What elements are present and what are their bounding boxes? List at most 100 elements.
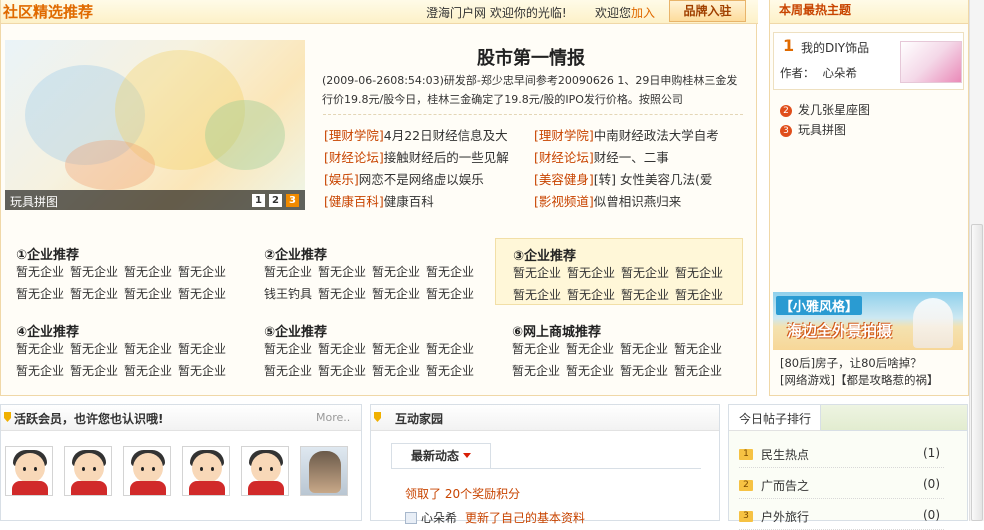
hot-topic-label[interactable]: 玩具拼图 [798, 123, 846, 137]
ranking-item[interactable]: 1 民生热点 (1) [739, 440, 944, 468]
news-link[interactable]: [影视频道]似曾相识燕归来 [534, 191, 749, 210]
news-note[interactable]: [80后]房子，让80后啥掉？ [780, 355, 922, 371]
company-link[interactable]: 暂无企业 [70, 285, 118, 302]
news-text[interactable]: 接触财经后的一些见解 [384, 150, 509, 165]
news-link[interactable]: [理财学院]中南财经政法大学自考 [534, 125, 749, 144]
company-link[interactable]: 暂无企业 [178, 340, 226, 357]
company-link[interactable]: 暂无企业 [318, 362, 366, 379]
company-link[interactable]: 暂无企业 [264, 362, 312, 379]
company-link[interactable]: 暂无企业 [674, 340, 722, 357]
company-link[interactable]: 暂无企业 [124, 340, 172, 357]
company-link[interactable]: 暂无企业 [16, 362, 64, 379]
today-ranking-tab[interactable]: 今日帖子排行 [729, 405, 821, 431]
company-link[interactable]: 暂无企业 [264, 340, 312, 357]
hot-topic-item[interactable]: 3 玩具拼图 [780, 121, 846, 138]
company-link[interactable]: 暂无企业 [318, 263, 366, 280]
author-name[interactable]: 心朵希 [823, 66, 858, 80]
news-category[interactable]: [理财学院] [534, 128, 594, 143]
top-topic-title[interactable]: 我的DIY饰品 [801, 39, 869, 56]
tab-latest-activity[interactable]: 最新动态 [391, 443, 491, 469]
join-link[interactable]: 加入 [631, 6, 655, 20]
news-category[interactable]: [理财学院] [324, 128, 384, 143]
company-link[interactable]: 暂无企业 [16, 263, 64, 280]
news-category[interactable]: [娱乐] [324, 172, 359, 187]
company-link[interactable]: 暂无企业 [178, 263, 226, 280]
company-link[interactable]: 暂无企业 [372, 340, 420, 357]
company-link[interactable]: 暂无企业 [70, 263, 118, 280]
vertical-scrollbar[interactable] [969, 0, 984, 521]
company-link[interactable]: 暂无企业 [318, 285, 366, 302]
company-link[interactable]: 暂无企业 [16, 285, 64, 302]
news-text[interactable]: [转] 女性美容几法(爱 [594, 172, 713, 187]
company-link[interactable]: 暂无企业 [124, 362, 172, 379]
news-link[interactable]: [美容健身][转] 女性美容几法(爱 [534, 169, 749, 188]
ranking-label[interactable]: 民生热点 [761, 446, 809, 463]
company-link[interactable]: 暂无企业 [426, 263, 474, 280]
ranking-item[interactable]: 2 广而告之 (0) [739, 471, 944, 499]
company-link[interactable]: 暂无企业 [70, 362, 118, 379]
company-link[interactable]: 暂无企业 [513, 286, 561, 303]
company-link[interactable]: 暂无企业 [372, 263, 420, 280]
company-link[interactable]: 暂无企业 [426, 362, 474, 379]
company-link[interactable]: 暂无企业 [178, 285, 226, 302]
company-link[interactable]: 暂无企业 [567, 264, 615, 281]
news-text[interactable]: 健康百科 [384, 194, 434, 209]
news-category[interactable]: [财经论坛] [324, 150, 384, 165]
slide-page-2[interactable]: 2 [269, 194, 282, 207]
company-link[interactable]: 暂无企业 [124, 263, 172, 280]
company-link[interactable]: 暂无企业 [674, 362, 722, 379]
company-link[interactable]: 暂无企业 [512, 340, 560, 357]
news-category[interactable]: [影视频道] [534, 194, 594, 209]
headline-title[interactable]: 股市第一情报 [321, 44, 741, 70]
company-link[interactable]: 暂无企业 [566, 362, 614, 379]
company-link[interactable]: 暂无企业 [620, 362, 668, 379]
member-avatar[interactable] [64, 446, 112, 496]
company-link[interactable]: 暂无企业 [178, 362, 226, 379]
company-link[interactable]: 暂无企业 [675, 264, 723, 281]
company-link[interactable]: 暂无企业 [621, 264, 669, 281]
featured-slideshow[interactable]: 玩具拼图 1 2 3 [5, 40, 305, 210]
news-link[interactable]: [财经论坛]财经一、二事 [534, 147, 749, 166]
activity-user[interactable]: 心朵希 [421, 511, 457, 525]
hot-topic-item[interactable]: 2 发几张星座图 [780, 101, 870, 118]
company-link[interactable]: 暂无企业 [566, 340, 614, 357]
member-avatar[interactable] [5, 446, 53, 496]
top-topic-thumbnail[interactable] [900, 41, 962, 83]
company-link[interactable]: 暂无企业 [318, 340, 366, 357]
company-link[interactable]: 钱王钓具 [264, 285, 312, 302]
news-link[interactable]: [理财学院]4月22日财经信息及大 [324, 125, 529, 144]
news-note[interactable]: [网络游戏]【都是攻略惹的祸】 [780, 372, 938, 388]
member-avatar[interactable] [123, 446, 171, 496]
news-category[interactable]: [财经论坛] [534, 150, 594, 165]
slide-page-1[interactable]: 1 [252, 194, 265, 207]
company-link[interactable]: 暂无企业 [621, 286, 669, 303]
news-link[interactable]: [娱乐]网恋不是网络虚以娱乐 [324, 169, 529, 188]
brand-entry-button[interactable]: 品牌入驻 [669, 0, 746, 22]
hot-topic-label[interactable]: 发几张星座图 [798, 103, 870, 117]
promo-banner[interactable]: 【小雅风格】 海边全外景拍摄 [773, 292, 963, 350]
news-category[interactable]: [健康百科] [324, 194, 384, 209]
company-link[interactable]: 暂无企业 [426, 340, 474, 357]
company-link[interactable]: 暂无企业 [264, 263, 312, 280]
news-link[interactable]: [健康百科]健康百科 [324, 191, 529, 210]
news-text[interactable]: 似曾相识燕归来 [594, 194, 682, 209]
news-category[interactable]: [美容健身] [534, 172, 594, 187]
company-link[interactable]: 暂无企业 [124, 285, 172, 302]
member-avatar[interactable] [300, 446, 348, 496]
news-text[interactable]: 财经一、二事 [594, 150, 669, 165]
top-topic-card[interactable]: 1 我的DIY饰品 作者： 心朵希 [773, 32, 964, 90]
company-link[interactable]: 暂无企业 [512, 362, 560, 379]
company-link[interactable]: 暂无企业 [620, 340, 668, 357]
more-link[interactable]: More.. [316, 411, 350, 424]
ranking-label[interactable]: 户外旅行 [761, 508, 809, 525]
company-link[interactable]: 暂无企业 [513, 264, 561, 281]
news-text[interactable]: 中南财经政法大学自考 [594, 128, 719, 143]
news-text[interactable]: 网恋不是网络虚以娱乐 [359, 172, 484, 187]
member-avatar[interactable] [182, 446, 230, 496]
company-link[interactable]: 暂无企业 [16, 340, 64, 357]
activity-text[interactable]: 更新了自己的基本资料 [465, 511, 585, 525]
member-avatar[interactable] [241, 446, 289, 496]
company-link[interactable]: 暂无企业 [372, 362, 420, 379]
slide-page-3[interactable]: 3 [286, 194, 299, 207]
scrollbar-thumb[interactable] [971, 224, 983, 521]
